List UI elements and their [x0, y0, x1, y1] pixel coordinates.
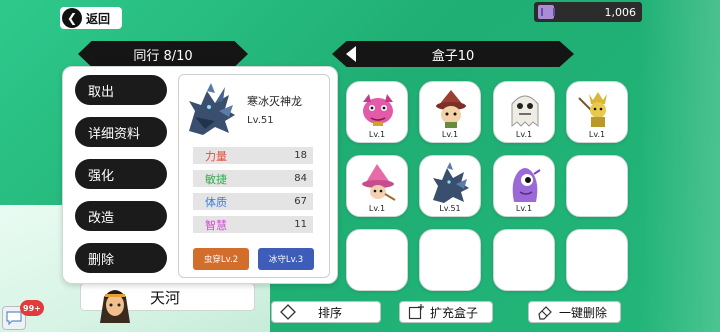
sort-icon [280, 304, 296, 320]
delete-all-label: 一键删除 [559, 305, 608, 320]
pet-level: Lv.51 [247, 115, 274, 126]
stat-row-constitution: 体质 67 [193, 193, 313, 210]
slot-level: Lv.1 [515, 204, 533, 213]
skill-label-1: 虫穿Lv.2 [203, 255, 239, 265]
team-header: 同行 8/10 [78, 41, 248, 67]
witch-mushroom-pet-icon [430, 88, 472, 130]
expand-box-button[interactable]: 扩充盒子 [399, 301, 493, 323]
ticket-icon [538, 5, 555, 19]
pet-name: 寒冰灭神龙 [247, 95, 302, 108]
delete-all-button[interactable]: 一键删除 [528, 301, 621, 323]
box-slot[interactable]: Lv.1 [566, 81, 628, 143]
box-prev-arrow-icon[interactable] [346, 46, 356, 62]
skill-button-1[interactable]: 虫穿Lv.2 [193, 248, 249, 270]
slot-level: Lv.51 [439, 204, 461, 213]
box-slot-empty[interactable] [566, 155, 628, 217]
back-label: 返回 [86, 11, 111, 26]
sort-label: 排序 [318, 305, 343, 320]
eraser-icon [537, 304, 553, 320]
slot-level: Lv.1 [368, 130, 386, 139]
sort-button[interactable]: 排序 [271, 301, 381, 323]
enhance-label: 强化 [88, 168, 115, 184]
details-label: 详细资料 [88, 126, 141, 142]
stat-row-wisdom: 智慧 11 [193, 216, 313, 233]
box-slot-empty[interactable] [493, 229, 555, 291]
delete-label: 删除 [88, 252, 115, 268]
modify-button[interactable]: 改造 [75, 201, 167, 231]
purple-blob-pet-icon [504, 162, 546, 204]
back-arrow-icon: ❮ [62, 8, 82, 28]
slot-level: Lv.1 [368, 204, 386, 213]
skill-label-2: 冰守Lv.3 [268, 255, 304, 265]
pet-portrait [185, 81, 239, 137]
stat-label-agility: 敏捷 [205, 172, 227, 186]
stat-value-strength: 18 [294, 150, 307, 161]
hero-portrait [96, 283, 134, 323]
add-box-icon [408, 304, 424, 320]
delete-button[interactable]: 删除 [75, 243, 167, 273]
stat-row-agility: 敏捷 84 [193, 170, 313, 187]
skill-button-2[interactable]: 冰守Lv.3 [258, 248, 314, 270]
box-slot-empty[interactable] [419, 229, 481, 291]
currency-display: 1,006 [534, 2, 642, 22]
team-header-label: 同行 8/10 [133, 48, 193, 64]
slot-level: Lv.1 [515, 130, 533, 139]
expand-box-label: 扩充盒子 [430, 305, 479, 320]
currency-value: 1,006 [604, 5, 637, 19]
stat-label-strength: 力量 [205, 149, 227, 163]
gold-warrior-pet-icon [577, 88, 619, 130]
stat-row-strength: 力量 18 [193, 147, 313, 164]
enhance-button[interactable]: 强化 [75, 159, 167, 189]
box-header: 盒子10 [332, 41, 574, 67]
box-slot[interactable]: Lv.1 [493, 155, 555, 217]
stat-label-wisdom: 智慧 [205, 218, 227, 232]
pink-hat-wizard-pet-icon [357, 162, 399, 204]
white-ghost-pet-icon [504, 88, 546, 130]
box-slot[interactable]: Lv.1 [493, 81, 555, 143]
take-out-label: 取出 [88, 84, 115, 100]
box-slot[interactable]: Lv.1 [419, 81, 481, 143]
ice-dragon-pet-icon [430, 162, 472, 204]
stat-value-constitution: 67 [294, 196, 307, 207]
box-slot-empty[interactable] [346, 229, 408, 291]
box-slot[interactable]: Lv.1 [346, 81, 408, 143]
stat-label-constitution: 体质 [205, 195, 227, 209]
details-button[interactable]: 详细资料 [75, 117, 167, 147]
stat-value-wisdom: 11 [294, 219, 307, 230]
take-out-button[interactable]: 取出 [75, 75, 167, 105]
box-slot[interactable]: Lv.51 [419, 155, 481, 217]
notification-badge: 99+ [20, 300, 44, 316]
slot-level: Lv.1 [441, 130, 459, 139]
box-slot-empty[interactable] [566, 229, 628, 291]
pink-demon-pet-icon [357, 88, 399, 130]
box-header-label: 盒子10 [431, 48, 475, 64]
slot-level: Lv.1 [588, 130, 606, 139]
stat-value-agility: 84 [294, 173, 307, 184]
background-strip [640, 0, 720, 332]
box-slot[interactable]: Lv.1 [346, 155, 408, 217]
back-button[interactable]: ❮ 返回 [60, 7, 122, 29]
hero-name: 天河 [150, 289, 181, 307]
modify-label: 改造 [88, 210, 115, 226]
